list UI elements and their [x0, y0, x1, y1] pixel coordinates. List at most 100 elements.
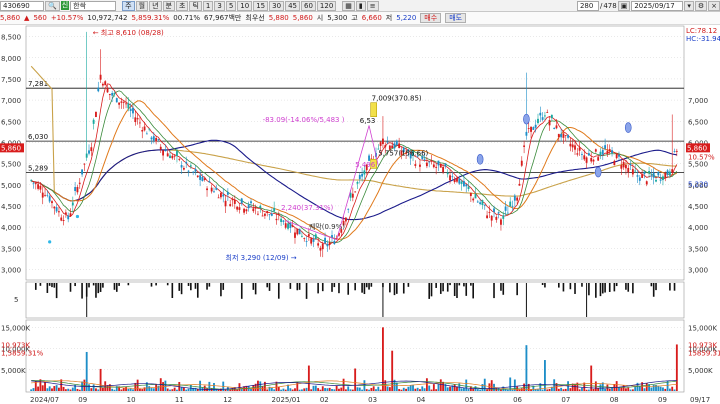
- candle-body: [532, 127, 535, 130]
- candle-body: [344, 217, 347, 222]
- volume-bar: [585, 389, 588, 391]
- volume-tick-label: 15,000K: [1, 324, 30, 332]
- volume-bar: [85, 351, 88, 391]
- volume-bar: [611, 387, 613, 391]
- price-tick-label: 7,000: [1, 97, 21, 105]
- candle-body: [289, 223, 292, 229]
- volume-bar: [398, 389, 401, 391]
- volume-bar: [652, 384, 655, 391]
- volume-bar: [182, 387, 185, 391]
- annotation-pct2: 2,240(37.31%): [281, 204, 333, 212]
- candle-body: [384, 145, 387, 148]
- volume-bar: [460, 388, 463, 391]
- volume-bar: [597, 388, 600, 391]
- candle-body: [576, 153, 579, 155]
- candle-body: [453, 179, 456, 183]
- x-axis-label: 09/17: [690, 396, 710, 404]
- candle-body: [423, 158, 426, 160]
- volume-bar: [629, 389, 632, 391]
- volume-bar: [169, 389, 171, 391]
- candle-body: [127, 103, 130, 109]
- candle-body: [386, 141, 389, 143]
- volume-bar: [645, 383, 648, 391]
- candle-body: [527, 128, 530, 129]
- volume-bar: [428, 385, 431, 391]
- volume-bar: [361, 389, 364, 391]
- volume-bar: [587, 389, 590, 391]
- volume-right-pct: 15859.31: [688, 349, 720, 357]
- volume-bar: [266, 389, 269, 391]
- volume-bar: [465, 379, 468, 391]
- candle-body: [625, 164, 627, 169]
- volume-bar: [439, 379, 442, 391]
- candle-body: [456, 177, 458, 182]
- price-tick-label: 8,000: [1, 55, 21, 63]
- volume-bar: [185, 389, 188, 391]
- candle-body: [125, 103, 127, 105]
- candle-body: [451, 176, 454, 178]
- price-level-label: 5,289: [28, 165, 48, 173]
- right-price-tick-label: 7,000: [688, 97, 708, 105]
- candle-body: [481, 200, 484, 205]
- candle-body: [173, 155, 176, 157]
- volume-bar: [476, 389, 479, 391]
- volume-bar: [405, 388, 407, 391]
- candle-body: [379, 142, 382, 146]
- candle-body: [419, 164, 421, 167]
- candle-body: [581, 153, 583, 155]
- volume-bar: [421, 386, 424, 391]
- candle-body: [509, 201, 512, 207]
- volume-bar: [548, 388, 551, 391]
- x-axis-label: 07: [561, 396, 570, 404]
- candle-body: [513, 195, 516, 201]
- volume-bar: [64, 389, 67, 391]
- volume-bar: [224, 389, 227, 391]
- candle-body: [34, 183, 37, 185]
- volume-bar: [132, 389, 134, 391]
- volume-bar: [395, 382, 398, 391]
- volume-bar: [92, 384, 95, 391]
- candle-body: [201, 177, 204, 182]
- candle-body: [432, 164, 435, 168]
- candle-body: [210, 187, 213, 192]
- candle-body: [213, 191, 215, 193]
- volume-bar: [303, 388, 306, 391]
- volume-bar: [377, 386, 380, 391]
- candle-body: [104, 81, 107, 86]
- volume-bar: [432, 384, 435, 391]
- volume-bar: [328, 387, 331, 391]
- volume-bar: [372, 386, 375, 391]
- volume-bar: [301, 389, 303, 391]
- candle-body: [611, 150, 613, 154]
- candle-body: [631, 169, 634, 175]
- candle-body: [516, 197, 519, 201]
- candle-body: [129, 108, 132, 111]
- candle-body: [41, 192, 44, 198]
- candle-body: [118, 102, 121, 105]
- candle-body: [106, 87, 109, 93]
- candle-body: [675, 150, 678, 152]
- volume-bar: [659, 386, 662, 391]
- candle-body: [243, 208, 245, 213]
- volume-bar: [622, 385, 625, 391]
- candle-body: [358, 174, 361, 180]
- x-axis-label: 08: [610, 396, 619, 404]
- candle-body: [296, 228, 299, 235]
- candle-body: [469, 192, 472, 197]
- volume-bar: [419, 389, 421, 391]
- candle-body: [69, 213, 72, 217]
- volume-bar: [463, 387, 465, 391]
- annotation-high: ← 최고 8,610 (08/28): [93, 28, 164, 37]
- volume-bar: [620, 387, 623, 391]
- candle-body: [88, 150, 90, 154]
- x-axis-label: 2025/01: [272, 396, 301, 404]
- candle-body: [638, 177, 641, 181]
- candle-body: [458, 178, 461, 184]
- volume-bar: [280, 389, 283, 391]
- volume-bar: [141, 389, 144, 391]
- candlestick-chart[interactable]: 7,2816,0305,289 ← 최고 8,610 (08/28)최저 3,2…: [0, 0, 720, 404]
- candle-body: [574, 145, 576, 150]
- candle-body: [555, 125, 558, 129]
- volume-bar: [240, 389, 243, 391]
- annotation-pct4: 6,53: [360, 117, 376, 125]
